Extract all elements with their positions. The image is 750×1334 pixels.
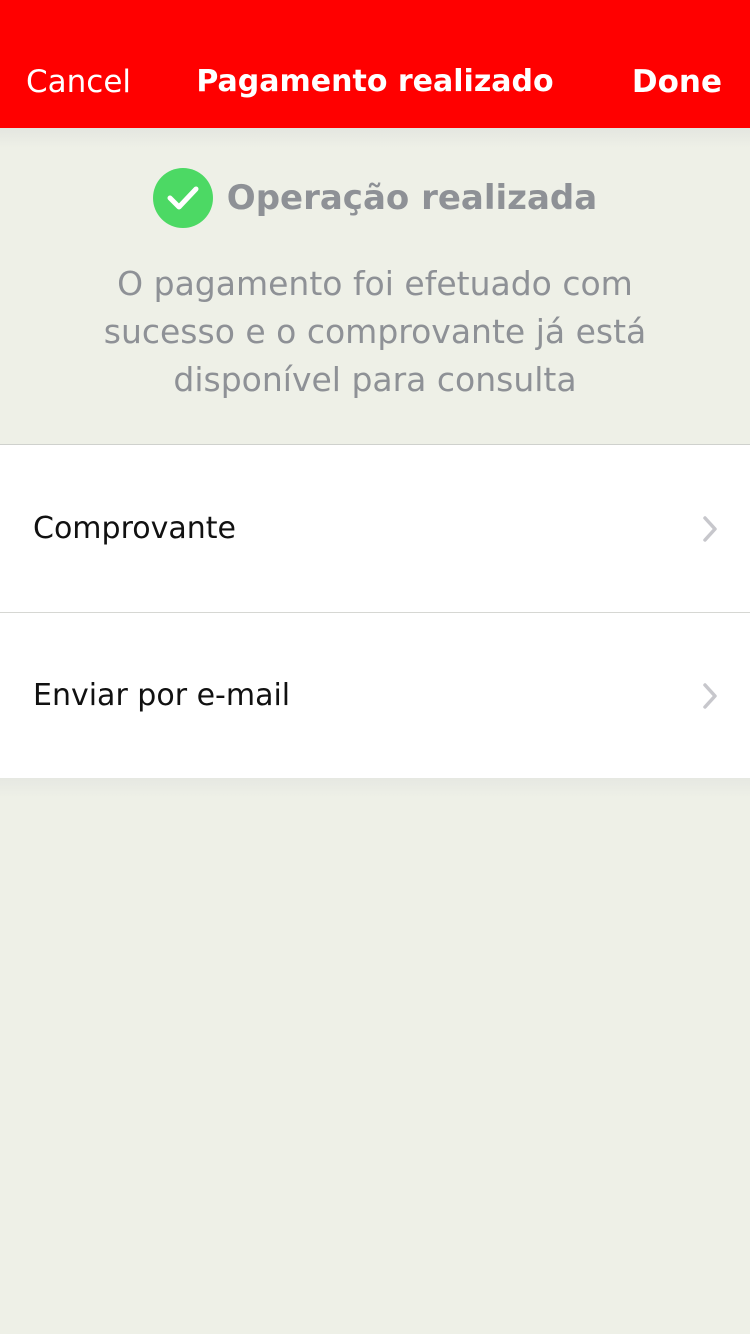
option-label: Enviar por e-mail xyxy=(33,678,291,713)
navbar-shadow xyxy=(0,128,750,148)
section-divider xyxy=(0,778,750,798)
cancel-button[interactable]: Cancel xyxy=(26,64,131,100)
status-header: Operação realizada xyxy=(0,168,750,228)
receipt-option[interactable]: Comprovante xyxy=(0,445,750,612)
status-message: O pagamento foi efetuado com sucesso e o… xyxy=(103,264,647,399)
status-title: Operação realizada xyxy=(226,178,598,218)
done-button[interactable]: Done xyxy=(632,64,722,100)
options-list: Comprovante Enviar por e-mail xyxy=(0,444,750,778)
checkmark-circle-icon xyxy=(152,168,213,228)
navigation-bar: Cancel Pagamento realizado Done xyxy=(0,0,750,128)
send-email-option[interactable]: Enviar por e-mail xyxy=(0,612,750,778)
option-label: Comprovante xyxy=(33,511,236,546)
chevron-right-icon xyxy=(703,682,717,709)
status-panel: Operação realizada O pagamento foi efetu… xyxy=(0,148,750,444)
chevron-right-icon xyxy=(703,515,717,542)
